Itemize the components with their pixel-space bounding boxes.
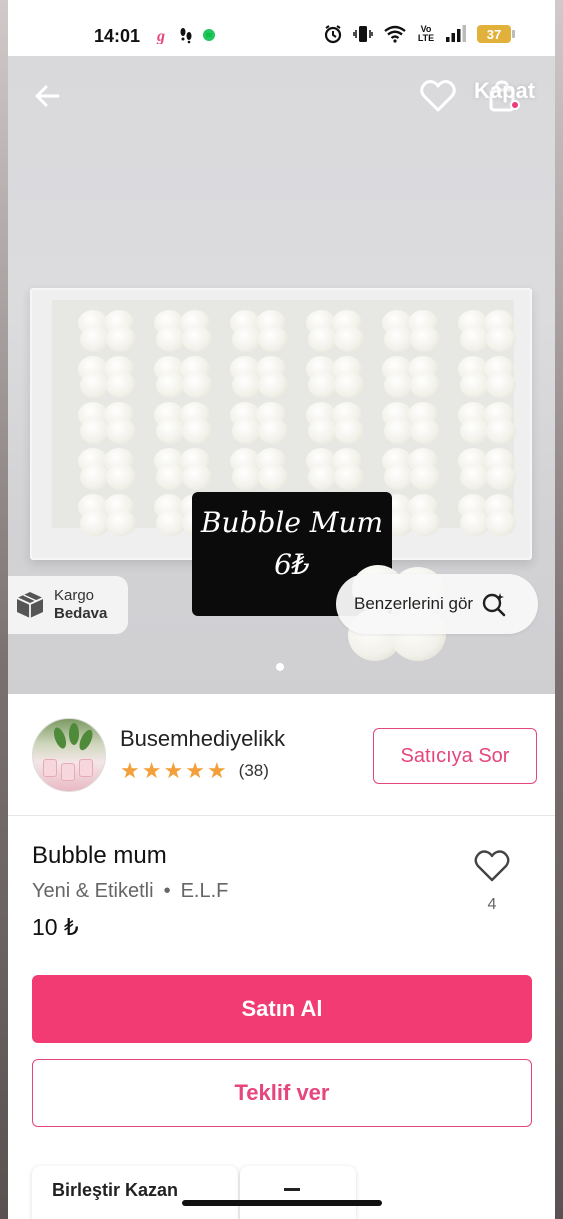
bubble-candle	[226, 400, 298, 444]
shipping-line2: Bedava	[54, 605, 108, 622]
bottom-cards: Birleştir Kazan	[32, 1166, 362, 1219]
review-count[interactable]: (38)	[239, 761, 269, 781]
shipping-line1: Kargo	[54, 587, 95, 604]
bubble-candle	[226, 354, 298, 398]
bubble-candle	[302, 446, 374, 490]
bundle-card-label: Birleştir Kazan	[52, 1180, 179, 1200]
bubble-candle	[454, 308, 526, 352]
bubble-candle	[74, 446, 146, 490]
star-icon: ★	[185, 758, 205, 783]
favorite-button[interactable]	[472, 846, 512, 886]
volte-icon: Vo LTE	[417, 24, 435, 43]
back-button[interactable]	[28, 76, 68, 116]
bubble-candle	[378, 446, 450, 490]
signal-icon	[445, 25, 467, 43]
bubble-candle	[454, 400, 526, 444]
bubble-candle	[74, 354, 146, 398]
bubble-candle	[378, 400, 450, 444]
notification-icons: g	[156, 26, 216, 44]
bubble-candle	[378, 354, 450, 398]
bundle-card[interactable]: Birleştir Kazan	[32, 1166, 238, 1219]
product-image[interactable]: Kapat Bubble Mum 6₺ Kargo Bedava Benzerl…	[8, 56, 555, 694]
buy-button[interactable]: Satın Al	[32, 975, 532, 1043]
see-similar-button[interactable]: Benzerlerini gör	[336, 574, 538, 634]
secondary-card[interactable]	[240, 1166, 356, 1219]
bubble-candle	[302, 354, 374, 398]
heart-outline-icon	[474, 850, 510, 882]
product-condition: Yeni & Etiketli	[32, 880, 154, 902]
bubble-candle	[302, 400, 374, 444]
bubble-candle	[454, 446, 526, 490]
free-shipping-badge: Kargo Bedava	[8, 576, 128, 634]
close-label[interactable]: Kapat	[474, 78, 535, 104]
bubble-candle	[226, 308, 298, 352]
product-title: Bubble mum	[32, 842, 167, 869]
background-right	[555, 0, 563, 1219]
minus-icon	[284, 1188, 300, 1191]
seller-rating: ★ ★ ★ ★ ★ (38)	[120, 760, 269, 782]
star-icon: ★	[206, 758, 227, 783]
star-icon: ★	[120, 758, 140, 783]
bubble-candle	[150, 446, 222, 490]
bubble-candle	[74, 492, 146, 536]
product-brand[interactable]: E.L.F	[181, 880, 229, 903]
system-icons: Vo LTE 37	[323, 24, 515, 44]
svg-text:g: g	[156, 28, 165, 44]
see-similar-label: Benzerlerini gör	[354, 594, 474, 613]
status-time: 14:01	[94, 26, 141, 46]
background-left	[0, 0, 8, 1219]
bubble-candle	[150, 308, 222, 352]
heart-outline-icon	[420, 80, 456, 112]
battery-level: 37	[486, 26, 502, 42]
seller-section: Busemhediyelikk ★ ★ ★ ★ ★ (38) Satıcıya …	[8, 694, 555, 816]
app-notification-icon: g	[156, 26, 170, 44]
battery-icon: 37	[477, 25, 515, 43]
status-bar: 14:01 g Vo LTE 37	[8, 0, 555, 56]
bubble-candle	[74, 400, 146, 444]
shipping-text: Kargo Bedava	[54, 587, 107, 623]
favorite-top-button[interactable]	[418, 76, 458, 116]
ask-seller-button[interactable]: Satıcıya Sor	[373, 728, 537, 784]
wifi-icon	[383, 25, 407, 43]
steps-icon	[178, 26, 194, 44]
spotify-icon	[202, 28, 216, 42]
bubble-candle	[150, 354, 222, 398]
package-icon	[16, 592, 44, 618]
alarm-icon	[323, 24, 343, 44]
visual-search-icon	[482, 593, 506, 617]
image-card-name: Bubble Mum	[200, 506, 384, 539]
carousel-indicator	[276, 663, 284, 671]
favorite-count: 4	[487, 896, 497, 913]
home-indicator[interactable]	[182, 1200, 382, 1206]
product-meta: Yeni & Etiketli • E.L.F	[32, 880, 228, 903]
meta-separator: •	[163, 880, 171, 902]
bubble-candle	[454, 492, 526, 536]
cart-badge	[510, 100, 520, 110]
seller-name[interactable]: Busemhediyelikk	[120, 726, 285, 752]
star-icon: ★	[163, 758, 184, 783]
app-screen: 14:01 g Vo LTE 37 Kapat Bubble Mum 6₺ Ka…	[8, 0, 555, 1219]
bubble-candle	[150, 400, 222, 444]
bubble-candle	[302, 308, 374, 352]
bubble-candle	[226, 446, 298, 490]
back-arrow-icon	[35, 85, 60, 107]
bubble-candle	[74, 308, 146, 352]
product-price: 10 ₺	[32, 914, 79, 940]
bubble-candle	[378, 308, 450, 352]
make-offer-button[interactable]: Teklif ver	[32, 1059, 532, 1127]
seller-avatar[interactable]	[32, 718, 106, 792]
bubble-candle	[454, 354, 526, 398]
vibrate-icon	[353, 24, 373, 44]
star-icon: ★	[141, 758, 162, 783]
